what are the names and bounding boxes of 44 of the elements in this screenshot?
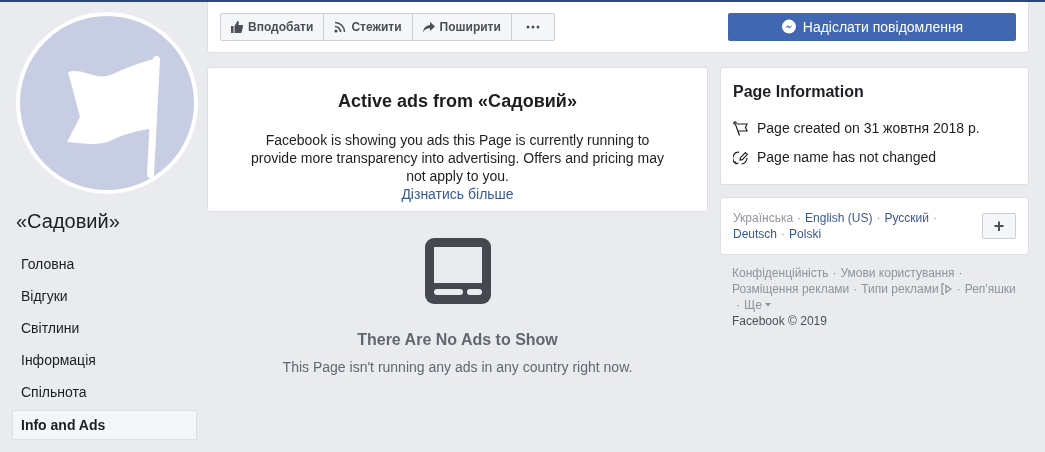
separator-dot: · [853,281,858,297]
share-arrow-icon [422,21,435,33]
separator-dot: · [797,210,802,226]
sidebar-item[interactable]: Відгуки [12,280,197,312]
pencil-circle-icon [733,149,749,166]
separator-dot: · [781,226,786,242]
sidebar-item[interactable]: Info and Ads [12,410,197,440]
page-name: «Садовий» [16,209,121,234]
like-button[interactable]: Вподобати [221,14,324,40]
adchoices-icon [940,283,953,295]
language-link[interactable]: Русский [884,210,929,226]
sidebar-item[interactable]: Світлини [12,312,197,344]
share-button[interactable]: Поширити [411,14,511,40]
separator-dot: · [736,297,740,313]
sidebar-item[interactable]: Головна [12,248,197,280]
ads-description: Facebook is showing you ads this Page is currently running to provide more transparency into advertising. Offers and pricing may not apply to you. [251,132,664,184]
language-link[interactable]: English (US) [805,210,873,226]
messenger-icon [780,19,797,35]
more-icon [525,25,540,29]
empty-state-title: There Are No Ads to Show [357,330,558,350]
ads-card-title: Active ads from «Садовий» [338,90,577,113]
language-link[interactable]: Polski [789,226,822,242]
follow-button[interactable]: Стежити [323,14,412,40]
separator-dot: · [933,210,937,226]
sidebar-item[interactable]: Спільнота [12,376,197,408]
flag-icon [733,120,749,137]
add-language-button[interactable]: + [982,213,1016,239]
copyright: Facebook © 2019 [732,313,828,329]
caret-icon [764,303,771,307]
separator-dot: · [956,281,961,297]
info-text: Page created on 31 жовтня 2018 р. [757,119,980,138]
info-text: Page name has not changed [757,148,937,167]
learn-more-link[interactable]: Дізнатись більше [401,185,514,203]
send-message-button[interactable]: Надіслати повідомлення [728,13,1016,41]
empty-state-subtitle: This Page isn't running any ads in any country right now. [282,358,633,377]
language-link[interactable]: Deutsch [733,226,778,242]
separator-dot: · [958,265,963,281]
rss-icon [334,21,347,33]
tablet-icon [424,238,491,304]
separator-dot: · [876,210,881,226]
sidebar-item[interactable]: Інформація [12,344,197,376]
thumbs-up-icon [231,21,243,33]
separator-dot: · [832,265,837,281]
section-title: Page Information [733,82,865,102]
